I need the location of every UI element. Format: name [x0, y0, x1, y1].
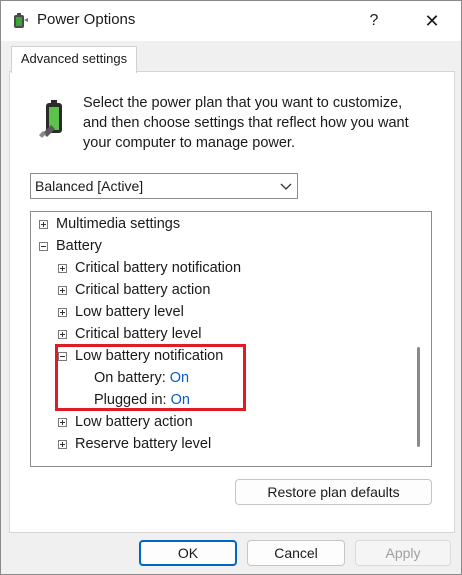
plan-description: Select the power plan that you want to c…: [83, 95, 409, 151]
expand-plus-icon[interactable]: [58, 286, 67, 295]
expand-plus-icon[interactable]: [39, 220, 48, 229]
cancel-button[interactable]: Cancel: [247, 540, 345, 566]
power-options-icon: [11, 10, 31, 30]
tree-item-critical-battery-level[interactable]: Critical battery level: [58, 323, 202, 345]
power-options-dialog: Power Options ? ✕ Advanced settings Sele…: [0, 0, 462, 575]
tab-advanced-settings[interactable]: Advanced settings: [11, 46, 137, 73]
expand-plus-icon[interactable]: [58, 308, 67, 317]
tree-item-label: Low battery action: [75, 414, 193, 430]
tree-item-low-battery-level[interactable]: Low battery level: [58, 301, 184, 323]
chevron-down-icon: [279, 179, 293, 193]
collapse-minus-icon[interactable]: [39, 242, 48, 251]
tree-item-label: Reserve battery level: [75, 436, 212, 452]
tree-item-multimedia-settings[interactable]: Multimedia settings: [39, 213, 180, 235]
apply-button[interactable]: Apply: [355, 540, 451, 566]
expand-plus-icon[interactable]: [58, 330, 67, 339]
power-plan-selected: Balanced [Active]: [35, 178, 144, 194]
tree-item-label: Battery: [56, 238, 102, 254]
restore-button-label: Restore plan defaults: [267, 484, 400, 500]
settings-tree[interactable]: Multimedia settings Battery Critical bat…: [30, 211, 432, 467]
annotation-highlight-box: [55, 344, 246, 411]
battery-plug-icon: [37, 99, 77, 139]
help-button[interactable]: ?: [351, 1, 397, 41]
expand-plus-icon[interactable]: [58, 264, 67, 273]
expand-plus-icon[interactable]: [58, 440, 67, 449]
power-plan-dropdown[interactable]: Balanced [Active]: [30, 173, 298, 199]
title-bar: Power Options ? ✕: [1, 1, 461, 41]
tree-item-label: Critical battery action: [75, 282, 211, 298]
window-title: Power Options: [37, 11, 136, 28]
close-button[interactable]: ✕: [407, 1, 457, 41]
tree-item-label: Critical battery level: [75, 326, 202, 342]
tree-scrollbar-thumb[interactable]: [417, 347, 420, 447]
tree-item-critical-battery-notification[interactable]: Critical battery notification: [58, 257, 241, 279]
tree-item-label: Critical battery notification: [75, 260, 242, 276]
tree-item-reserve-battery-level[interactable]: Reserve battery level: [58, 433, 211, 455]
ok-button[interactable]: OK: [139, 540, 237, 566]
tree-item-critical-battery-action[interactable]: Critical battery action: [58, 279, 210, 301]
tree-item-low-battery-action[interactable]: Low battery action: [58, 411, 193, 433]
expand-plus-icon[interactable]: [58, 418, 67, 427]
tree-item-label: Multimedia settings: [56, 216, 181, 232]
restore-plan-defaults-button[interactable]: Restore plan defaults: [235, 479, 432, 505]
tree-item-label: Low battery level: [75, 304, 184, 320]
tree-item-battery[interactable]: Battery: [39, 235, 102, 257]
